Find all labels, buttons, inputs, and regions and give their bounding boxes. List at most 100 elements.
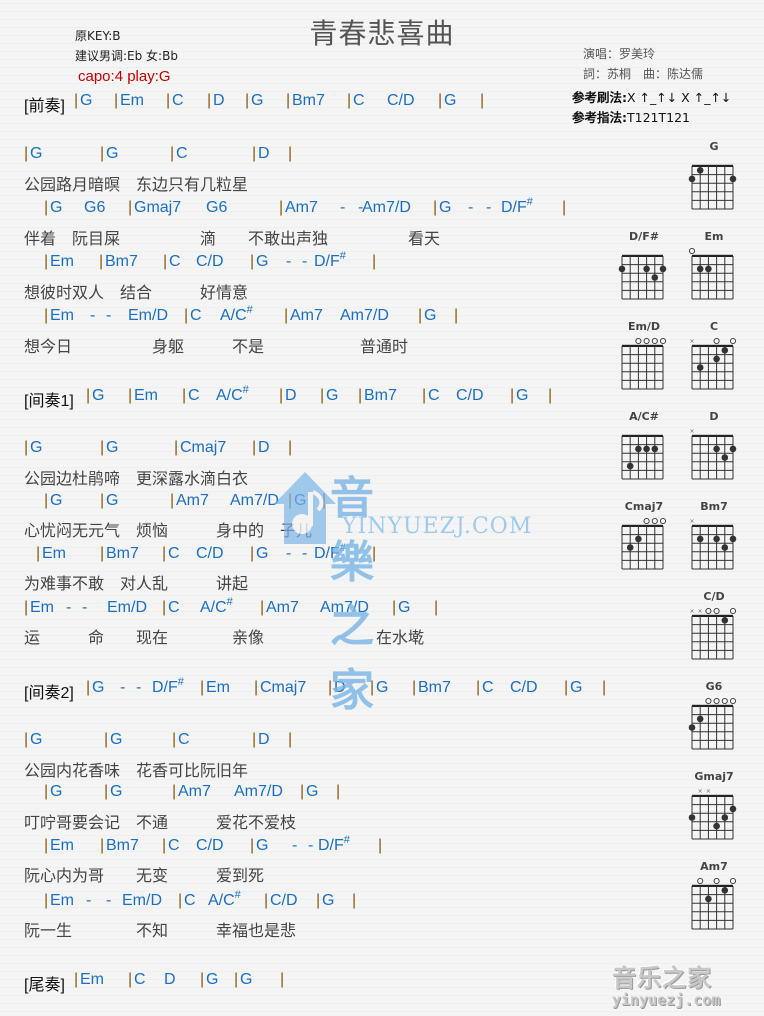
finger-dot [721, 347, 729, 354]
bar-line: | [336, 783, 341, 800]
open-string-marker [651, 337, 658, 345]
bar-line: | [480, 92, 485, 109]
chord-diagram-name: Em [704, 230, 724, 243]
singer: 演唱：罗美玲 [583, 47, 656, 61]
strum-pattern-info: 参考刷法:X ↑_↑↓ X ↑_↑↓ 参考指法:T121T121 [572, 88, 731, 128]
bar-line: | [548, 387, 553, 404]
open-string-marker [713, 607, 720, 615]
chord-symbol: C [188, 387, 200, 404]
chord-symbol: - [82, 599, 88, 616]
finger-dot [643, 445, 650, 453]
chord-symbol: - [86, 892, 92, 909]
bar-line: | [172, 731, 177, 748]
fretboard-grid [688, 164, 737, 210]
chord-symbol: Bm7 [106, 837, 139, 854]
bar-line: | [178, 892, 183, 909]
finger-dot [721, 814, 729, 821]
bar-line: | [284, 307, 289, 324]
lyric-line: 想彼时双人 结合 好情意 [24, 283, 249, 302]
chord-symbol: Em [206, 679, 230, 696]
nut [692, 884, 733, 887]
finger-dot [721, 544, 729, 551]
bar-line: | [260, 599, 265, 616]
chord-symbol: A/C# [208, 889, 241, 909]
bar-line: | [74, 92, 79, 109]
original-key: 原KEY:B [75, 29, 121, 43]
bar-line: | [24, 145, 29, 162]
chord-symbol: G [50, 492, 63, 509]
chord-symbol: Bm7 [105, 253, 138, 270]
bar-line: | [433, 199, 438, 216]
chord-symbol: Am7 [285, 199, 318, 216]
fretboard-grid: × [689, 428, 737, 480]
nut [692, 344, 733, 347]
bar-line: | [170, 492, 175, 509]
chord-symbol: C [482, 679, 494, 696]
chord-symbol: Em [30, 599, 54, 616]
nut [692, 704, 733, 707]
lyric-line: 叮咛哥要会记 不通 爱花不爱枝 [24, 813, 297, 832]
nut [692, 434, 733, 437]
muted-string-marker: × [706, 788, 711, 795]
chord-symbol: Em [120, 92, 144, 109]
chord-symbol: G [50, 783, 63, 800]
bar-line: | [286, 92, 291, 109]
watermark-cn: 音樂之家 [330, 473, 376, 716]
lyric-line: 阮一生 不知 幸福也是悲 [24, 921, 297, 940]
chord-diagram-name: A/C# [629, 410, 659, 423]
finger-dot [696, 535, 704, 543]
chord-symbol: - [106, 307, 112, 324]
open-string-marker [713, 697, 720, 705]
bar-line: | [422, 387, 427, 404]
chord-diagram-name: C [709, 320, 719, 333]
finger-dot [688, 814, 696, 821]
open-string-marker [635, 337, 642, 345]
chord-symbol: D [258, 731, 270, 748]
finger-dot [696, 715, 704, 723]
open-string-marker [651, 517, 658, 525]
chord-symbol: G [106, 439, 119, 456]
chord-symbol: C [353, 92, 365, 109]
finger-dot [659, 265, 667, 273]
finger-dot [688, 724, 696, 731]
chord-symbol: G [439, 199, 452, 216]
chord-symbol: G [570, 679, 583, 696]
open-string-marker [729, 697, 737, 705]
bar-line: | [36, 545, 41, 562]
bar-line: | [372, 253, 377, 270]
bar-line: | [279, 199, 284, 216]
bar-line: | [234, 971, 239, 988]
bar-line: | [163, 253, 168, 270]
fretboard-grid [691, 877, 737, 930]
bar-line: | [564, 679, 569, 696]
chord-symbol: G6 [206, 199, 228, 216]
bar-line: | [476, 679, 481, 696]
sharp-sign: # [339, 250, 346, 262]
chord-symbol: Am7 [266, 599, 299, 616]
chord-symbol: G [376, 679, 389, 696]
finger-dot [696, 167, 704, 174]
chord-symbol: G [80, 92, 93, 109]
bar-line: | [104, 783, 109, 800]
chord-symbol: C/D [196, 837, 224, 854]
open-string-marker [705, 607, 712, 615]
chord-symbol: Am7/D [340, 307, 389, 324]
chord-symbol: D [285, 387, 297, 404]
chord-symbol: - [486, 199, 492, 216]
chord-diagram-name: Am7 [700, 860, 728, 873]
chord-symbol: Am7/D [234, 783, 283, 800]
sharp-sign: # [246, 304, 253, 316]
chord-symbol: - [286, 253, 292, 270]
open-string-marker [721, 697, 728, 705]
chord-symbol: - [66, 599, 72, 616]
chord-symbol: A/C# [200, 596, 233, 616]
chord-symbol: Am7 [290, 307, 323, 324]
strum-pattern: 参考刷法:X ↑_↑↓ X ↑_↑↓ [572, 90, 732, 105]
open-string-marker [713, 877, 720, 885]
bar-line: | [250, 837, 255, 854]
sharp-sign: # [177, 676, 184, 688]
chord-diagram-name: Cmaj7 [624, 500, 664, 513]
bar-line: | [162, 837, 167, 854]
chord-symbol: G [30, 731, 43, 748]
chord-symbol: C [172, 92, 184, 109]
